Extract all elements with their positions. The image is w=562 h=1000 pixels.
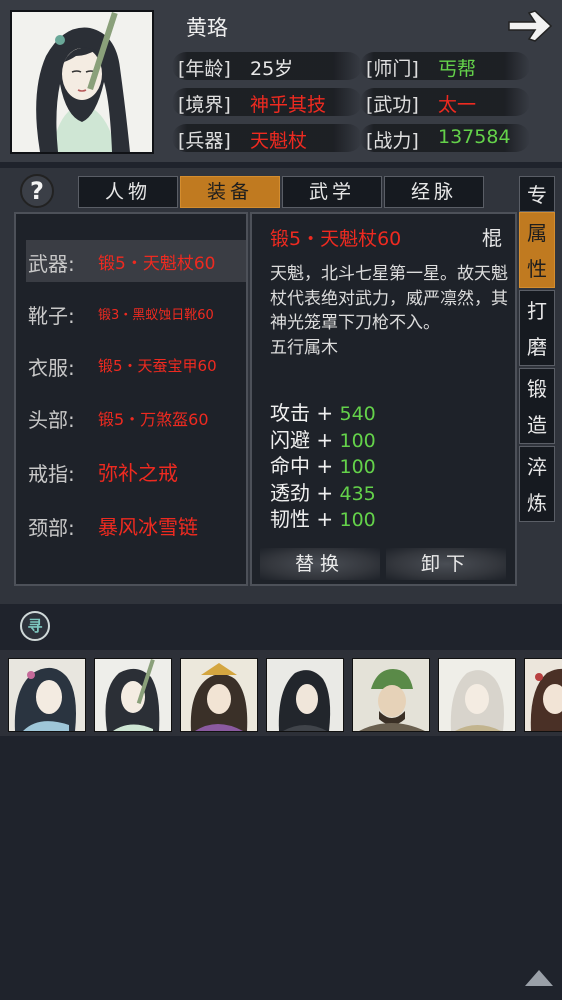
stat-value: 100 xyxy=(339,429,376,452)
stat-name: 攻击 xyxy=(270,401,310,425)
slot-item: 锻5・天蚕宝甲60 xyxy=(98,357,217,375)
unequip-button[interactable]: 卸下 xyxy=(386,548,506,580)
stat-row: 命中 + 100 xyxy=(270,453,510,480)
item-element: 五行属木 xyxy=(270,337,338,358)
slot-weapon[interactable]: 武器: 锻5・天魁杖60 xyxy=(26,240,246,282)
roster-portrait[interactable] xyxy=(266,658,344,732)
slot-label: 武器: xyxy=(28,252,75,276)
stat-plus: + xyxy=(316,427,334,452)
slot-neck[interactable]: 颈部: 暴风冰雪链 xyxy=(26,504,246,546)
weapon-label: [兵器] xyxy=(178,130,231,152)
stat-row: 攻击 + 540 xyxy=(270,400,510,427)
roster-portrait[interactable] xyxy=(94,658,172,732)
arrow-right-icon[interactable] xyxy=(505,8,555,44)
stat-plus: + xyxy=(316,480,334,505)
tab-equipment[interactable]: 装备 xyxy=(180,176,280,208)
stat-row: 闪避 + 100 xyxy=(270,427,510,454)
question-icon[interactable]: ? xyxy=(20,174,54,208)
tab-meridians[interactable]: 经脉 xyxy=(384,176,484,208)
age-value: 25岁 xyxy=(250,58,294,80)
slot-label: 头部: xyxy=(28,408,75,432)
side-tab-char: 打 xyxy=(527,299,547,323)
slot-label: 衣服: xyxy=(28,356,75,380)
side-tab-char: 磨 xyxy=(527,335,547,359)
slot-ring[interactable]: 戒指: 弥补之戒 xyxy=(26,450,246,492)
side-tab-char: 锻 xyxy=(527,377,547,401)
roster-portrait[interactable] xyxy=(180,658,258,732)
tab-martial-arts[interactable]: 武学 xyxy=(282,176,382,208)
roster-portrait[interactable] xyxy=(8,658,86,732)
roster-portrait[interactable] xyxy=(524,658,562,732)
roster-portrait[interactable] xyxy=(352,658,430,732)
side-tab-temper[interactable]: 淬 炼 xyxy=(519,446,555,522)
character-roster xyxy=(0,650,562,736)
slot-boots[interactable]: 靴子: 锻3・黑蚁蚀日靴60 xyxy=(26,292,246,334)
slot-item: 锻3・黑蚁蚀日靴60 xyxy=(98,308,214,323)
side-tab-forge[interactable]: 锻 造 xyxy=(519,368,555,444)
side-tab-char: 炼 xyxy=(527,491,547,515)
stat-row: 韧性 + 100 xyxy=(270,506,510,533)
slot-item: 锻5・万煞盔60 xyxy=(98,410,209,429)
slot-item: 暴风冰雪链 xyxy=(98,515,198,539)
character-header: 黄珞 [年龄] 25岁 [师门] 丐帮 [境界] 神乎其技 [武功] 太一 [兵… xyxy=(0,0,562,162)
character-portrait xyxy=(10,10,154,154)
martial-value: 太一 xyxy=(438,94,477,116)
stat-value: 100 xyxy=(339,509,376,531)
stat-plus: + xyxy=(316,401,334,425)
stat-name: 透劲 xyxy=(270,480,310,505)
stat-plus: + xyxy=(316,534,333,537)
side-tab-char: 淬 xyxy=(527,455,547,479)
power-value: 137584 xyxy=(438,126,511,148)
power-label: [战力] xyxy=(366,130,419,152)
sect-value: 丐帮 xyxy=(438,58,477,80)
stat-row: 暴伤 + 250 xyxy=(270,533,510,537)
side-tab-exclusive-top[interactable]: 专 xyxy=(519,176,555,212)
side-tab-char: 属 xyxy=(527,221,547,245)
search-icon[interactable]: 寻 xyxy=(20,611,50,641)
slot-head[interactable]: 头部: 锻5・万煞盔60 xyxy=(26,396,246,438)
roster-toolbar xyxy=(0,604,562,650)
tab-character[interactable]: 人物 xyxy=(78,176,178,208)
equipment-slot-list: 武器: 锻5・天魁杖60 靴子: 锻3・黑蚁蚀日靴60 衣服: 锻5・天蚕宝甲6… xyxy=(14,212,248,586)
side-tab-char: 造 xyxy=(527,413,547,437)
side-tab-char: 专 xyxy=(527,183,547,207)
slot-label: 靴子: xyxy=(28,304,75,328)
replace-button[interactable]: 替换 xyxy=(260,548,380,580)
slot-item: 弥补之戒 xyxy=(98,461,178,485)
character-name: 黄珞 xyxy=(186,16,228,40)
stat-row: 透劲 + 435 xyxy=(270,480,510,507)
item-description-text: 天魁，北斗七星第一星。故天魁杖代表绝对武力，威严凛然，其神光笼罩下刀枪不入。 xyxy=(270,264,508,333)
item-detail-panel: 锻5・天魁杖60 棍 天魁，北斗七星第一星。故天魁杖代表绝对武力，威严凛然，其神… xyxy=(250,212,517,586)
stat-name: 暴伤 xyxy=(270,534,310,537)
stat-name: 命中 xyxy=(270,454,310,478)
realm-value: 神乎其技 xyxy=(250,94,327,116)
item-type: 棍 xyxy=(482,226,502,250)
martial-label: [武功] xyxy=(366,94,419,116)
triangle-up-icon[interactable] xyxy=(522,966,556,988)
slot-label: 戒指: xyxy=(28,462,75,486)
side-tab-polish[interactable]: 打 磨 xyxy=(519,290,555,366)
stat-name: 闪避 xyxy=(270,427,310,452)
stat-name: 韧性 xyxy=(270,507,310,531)
stat-value: 540 xyxy=(339,403,376,425)
realm-label: [境界] xyxy=(178,94,231,116)
slot-clothes[interactable]: 衣服: 锻5・天蚕宝甲60 xyxy=(26,344,246,386)
stat-value: 100 xyxy=(339,456,376,478)
stat-plus: + xyxy=(316,454,334,478)
item-description: 天魁，北斗七星第一星。故天魁杖代表绝对武力，威严凛然，其神光笼罩下刀枪不入。 五… xyxy=(270,262,510,360)
roster-portrait[interactable] xyxy=(438,658,516,732)
side-tab-attributes[interactable]: 属 性 xyxy=(519,212,555,288)
stat-plus: + xyxy=(316,507,334,531)
age-label: [年龄] xyxy=(178,58,231,80)
weapon-value: 天魁杖 xyxy=(250,130,308,152)
item-title: 锻5・天魁杖60 xyxy=(270,228,402,250)
item-stats[interactable]: 攻击 + 540 闪避 + 100 命中 + 100 透劲 + 435 韧性 +… xyxy=(270,400,510,536)
stat-value: 250 xyxy=(339,536,375,537)
stat-value: 435 xyxy=(339,482,376,505)
slot-label: 颈部: xyxy=(28,516,75,540)
sect-label: [师门] xyxy=(366,58,419,80)
slot-item: 锻5・天魁杖60 xyxy=(98,254,216,274)
side-tab-char: 性 xyxy=(527,257,547,281)
